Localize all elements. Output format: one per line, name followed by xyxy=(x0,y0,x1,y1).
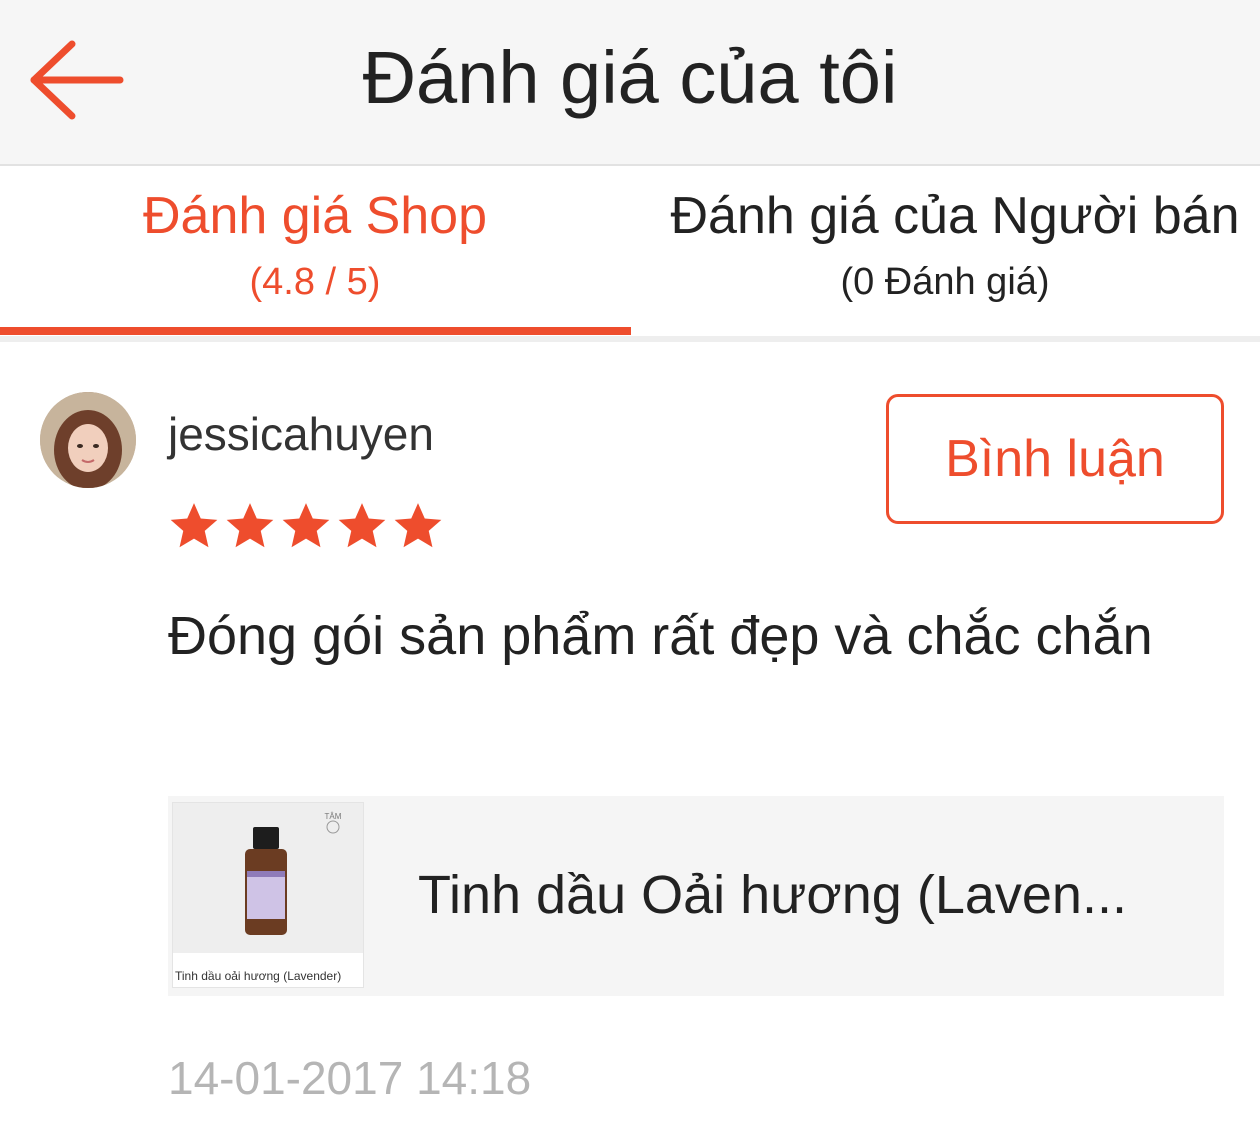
page-title: Đánh giá của tôi xyxy=(362,36,898,119)
review-timestamp: 14-01-2017 14:18 xyxy=(168,1052,532,1104)
product-card[interactable]: TÂM Tinh dầu oải hương (Lavender) Tinh d… xyxy=(168,796,1224,996)
tab-seller-reviews-count: (0 Đánh giá) xyxy=(840,261,1050,303)
star-icon xyxy=(394,503,442,548)
avatar[interactable] xyxy=(40,392,136,488)
tab-shop-reviews[interactable]: Đánh giá Shop (4.8 / 5) xyxy=(0,166,630,336)
tab-shop-reviews-score: (4.8 / 5) xyxy=(249,261,381,303)
review-item: jessicahuyen Bình luận Đóng gói sản phẩm… xyxy=(0,342,1260,1144)
star-icon xyxy=(282,503,330,548)
tab-bar: Đánh giá Shop (4.8 / 5) Đánh giá của Ngư… xyxy=(0,166,1260,342)
tab-seller-reviews-label: Đánh giá của Người bán xyxy=(670,187,1240,245)
tab-seller-reviews[interactable]: Đánh giá của Người bán (0 Đánh giá) xyxy=(630,166,1260,336)
reviewer-username[interactable]: jessicahuyen xyxy=(168,408,434,460)
svg-text:TÂM: TÂM xyxy=(325,812,342,821)
top-bar: Đánh giá của tôi xyxy=(0,0,1260,166)
thumbnail-caption: Tinh dầu oải hương (Lavender) xyxy=(175,969,342,983)
active-tab-indicator xyxy=(0,327,631,335)
essential-oil-bottle-image: TÂM xyxy=(173,803,363,953)
review-text: Đóng gói sản phẩm rất đẹp và chắc chắn xyxy=(168,606,1153,666)
star-icon xyxy=(226,503,274,548)
star-icon xyxy=(338,503,386,548)
tab-shop-reviews-label: Đánh giá Shop xyxy=(142,187,488,245)
avatar-image xyxy=(40,392,136,488)
product-name: Tinh dầu Oải hương (Laven... xyxy=(418,865,1127,925)
star-rating xyxy=(166,498,446,554)
star-icon xyxy=(170,503,218,548)
comment-button[interactable]: Bình luận xyxy=(886,394,1224,524)
product-thumbnail: TÂM Tinh dầu oải hương (Lavender) xyxy=(172,802,364,988)
